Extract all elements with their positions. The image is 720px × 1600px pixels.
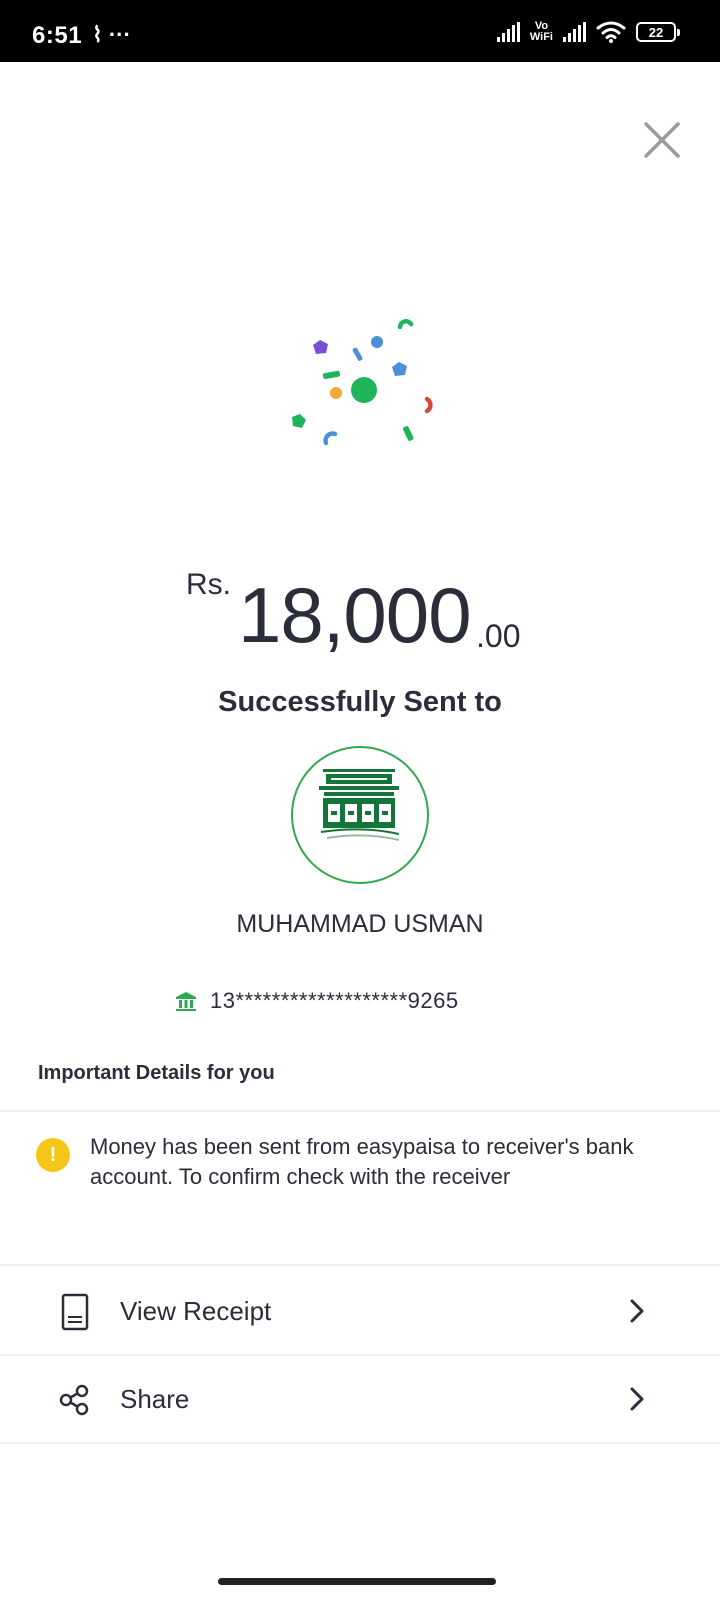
home-indicator[interactable] [218, 1578, 496, 1585]
account-number: 13*******************9265 [210, 988, 459, 1013]
warning-icon: ! [36, 1138, 70, 1172]
view-receipt-label: View Receipt [120, 1296, 272, 1326]
recipient-name: MUHAMMAD USMAN [236, 910, 484, 938]
status-bar: 6:51 ⌇ ··· Vo WiFi 22 [0, 0, 720, 62]
status-time: 6:51 [32, 22, 83, 49]
bank-logo [291, 746, 429, 884]
battery-icon: 22 [636, 22, 680, 42]
important-notice: ! Money has been sent from easypaisa to … [36, 1132, 686, 1192]
vowifi-bottom-label: WiFi [529, 31, 553, 43]
bank-icon [176, 992, 196, 1011]
close-button[interactable] [640, 118, 684, 162]
divider [0, 1110, 720, 1112]
divider [0, 1264, 720, 1266]
amount-currency: Rs. [186, 568, 231, 601]
amount-decimal: .00 [476, 618, 521, 654]
status-indicators: Vo WiFi 22 [496, 18, 680, 46]
receipt-icon [61, 1293, 89, 1331]
notice-text: Money has been sent from easypaisa to re… [90, 1134, 634, 1189]
wifi-icon [596, 21, 626, 43]
amount-display: Rs. 18,000 .00 [0, 558, 720, 668]
chevron-right-icon [630, 1299, 644, 1323]
signal-2-icon [563, 22, 586, 42]
important-details-title: Important Details for you [38, 1062, 275, 1084]
vowifi-icon: Vo WiFi [530, 21, 553, 43]
status-notification-icons: ⌇ ··· [92, 22, 131, 47]
account-info: 13*******************9265 [174, 988, 459, 1014]
close-icon [644, 122, 680, 158]
bank-building-icon [319, 769, 400, 841]
view-receipt-button[interactable]: View Receipt [0, 1268, 720, 1356]
share-icon [59, 1384, 89, 1416]
share-button[interactable]: Share [0, 1356, 720, 1444]
amount-value: 18,000 [238, 571, 472, 659]
chevron-right-icon [630, 1387, 644, 1411]
divider [0, 1442, 720, 1444]
transfer-status-text: Successfully Sent to [218, 686, 502, 718]
share-label: Share [120, 1384, 190, 1414]
signal-1-icon [496, 22, 520, 42]
confetti-illustration [292, 319, 433, 446]
